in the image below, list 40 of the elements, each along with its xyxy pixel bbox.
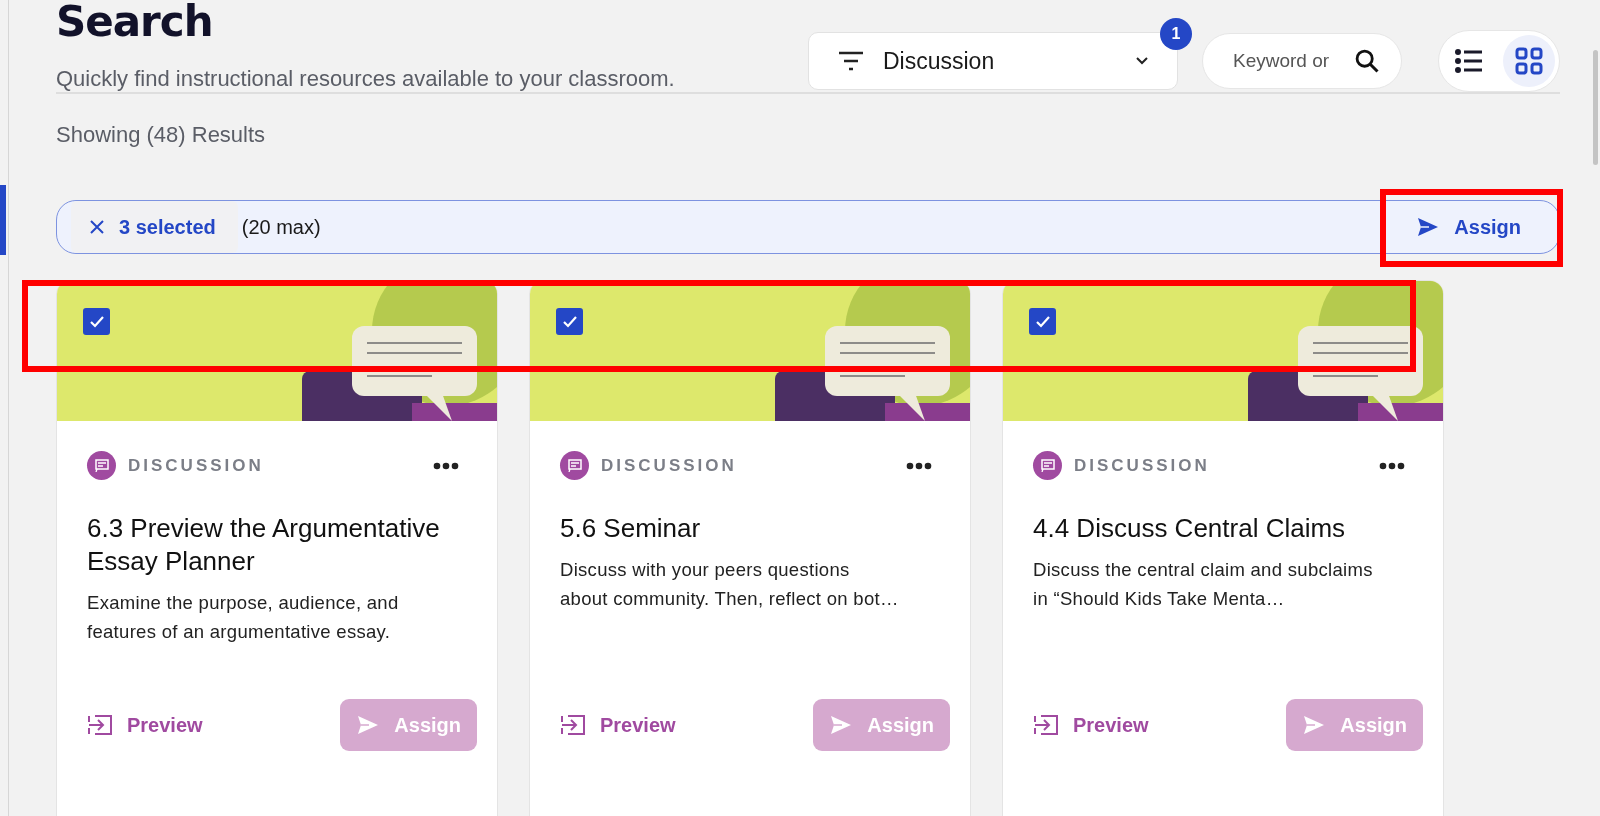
page-title: Search — [56, 0, 214, 48]
resource-type: DISCUSSION — [1074, 455, 1211, 476]
close-icon — [89, 219, 105, 235]
card-title: 5.6 Seminar — [560, 512, 702, 545]
selection-limit: (20 max) — [241, 215, 321, 239]
filter-icon — [837, 50, 865, 72]
preview-icon — [1033, 714, 1059, 736]
active-nav-indicator — [0, 185, 6, 255]
preview-link[interactable]: Preview — [1033, 713, 1149, 737]
filter-count-badge: 1 — [1160, 18, 1192, 50]
page-subtitle: Quickly find instructional resources available to your classroom. — [56, 66, 675, 92]
discussion-type-icon — [560, 451, 589, 480]
grid-icon — [1515, 47, 1543, 75]
more-icon — [906, 461, 932, 470]
list-icon — [1454, 48, 1484, 74]
clear-selection-button[interactable]: 3 selected — [71, 201, 238, 253]
grid-view-button[interactable] — [1503, 35, 1555, 87]
card-checkbox[interactable] — [556, 308, 583, 335]
more-icon — [1379, 461, 1405, 470]
card-description: Discuss with your peers questions about community. Then, reflect on bot… — [560, 559, 899, 609]
chevron-down-icon — [1135, 56, 1149, 66]
resource-type: DISCUSSION — [601, 455, 738, 476]
results-count: Showing (48) Results — [56, 122, 267, 148]
card-title: 4.4 Discuss Central Claims — [1033, 512, 1347, 545]
discussion-type-icon — [87, 451, 116, 480]
more-icon — [433, 461, 459, 470]
card-description: Examine the purpose, audience, and features of an argumentative essay. — [87, 592, 399, 642]
card-checkbox[interactable] — [83, 308, 110, 335]
resource-type: DISCUSSION — [128, 455, 265, 476]
discussion-type-icon — [1033, 451, 1062, 480]
preview-icon — [560, 714, 586, 736]
preview-link[interactable]: Preview — [560, 713, 676, 737]
card-description: Discuss the central claim and subclaims in “Should Kids Take Menta… — [1033, 559, 1373, 609]
search-field[interactable]: Keyword or — [1231, 49, 1345, 73]
card-title: 6.3 Preview the Argumentative Essay Planner — [87, 512, 441, 578]
search-icon — [1353, 47, 1381, 75]
card-checkbox[interactable] — [1029, 308, 1056, 335]
assign-button[interactable]: Assign — [1398, 201, 1539, 253]
preview-icon — [87, 714, 113, 736]
preview-link[interactable]: Preview — [87, 713, 203, 737]
